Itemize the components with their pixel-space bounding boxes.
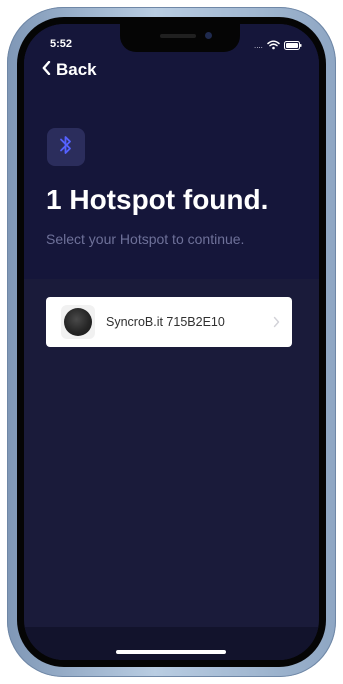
battery-icon [283,37,302,55]
hotspot-list-item[interactable]: SyncroB.it 715B2E10 [46,297,292,347]
speaker-grille [160,34,196,38]
wifi-icon [267,37,280,55]
phone-bezel: 5:52 .... Back 1 Hotspot found. Select y… [17,17,326,667]
page-subtitle: Select your Hotspot to continue. [46,231,245,247]
phone-notch [120,24,240,52]
bottom-safe-area [24,627,319,660]
app-screen: 5:52 .... Back 1 Hotspot found. Select y… [24,24,319,660]
hotspot-device-image [64,308,92,336]
phone-frame: 5:52 .... Back 1 Hotspot found. Select y… [7,7,336,677]
back-label: Back [56,60,97,79]
status-time: 5:52 [50,38,73,50]
page-title: 1 Hotspot found. [46,184,269,215]
hotspot-device-icon [61,305,95,339]
bluetooth-badge [47,128,85,166]
back-button[interactable]: Back [42,60,97,80]
hotspot-name: SyncroB.it 715B2E10 [106,315,225,329]
chevron-left-icon [42,60,51,80]
chevron-right-icon [273,315,280,333]
bluetooth-icon [57,133,75,162]
signal-text: .... [254,41,263,50]
status-indicators: .... [254,37,302,55]
home-indicator[interactable] [116,650,226,654]
front-camera [205,32,212,39]
